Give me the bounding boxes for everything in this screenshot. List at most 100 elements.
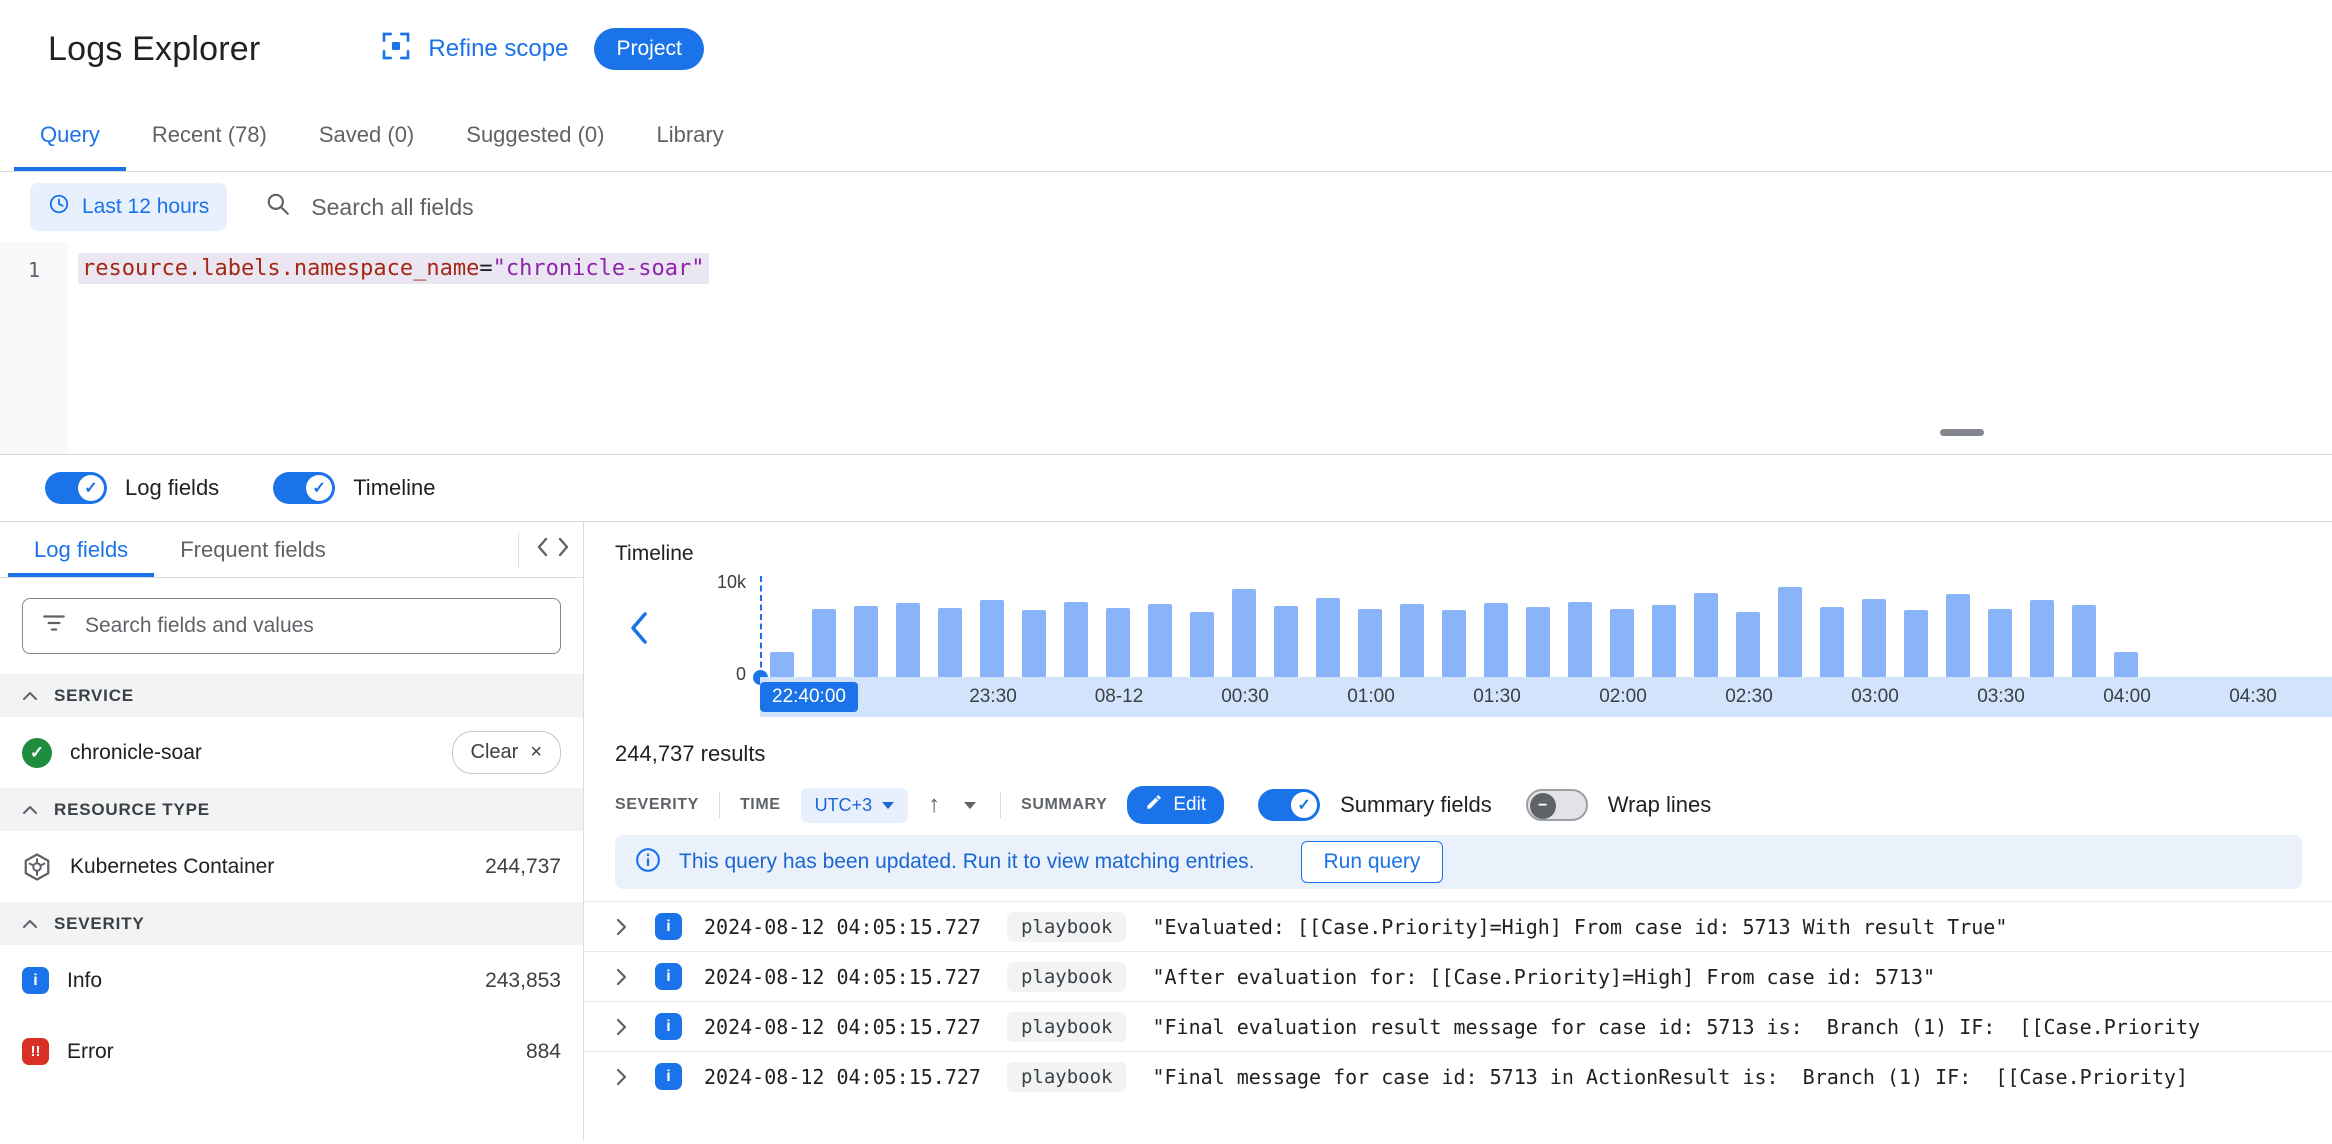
query-editor[interactable]: 1 resource.labels.namespace_name="chroni…	[0, 242, 2332, 455]
expand-chevron-icon[interactable]	[615, 967, 641, 987]
run-query-button[interactable]: Run query	[1300, 841, 1444, 883]
chevron-up-icon	[22, 800, 38, 820]
tab-query[interactable]: Query	[14, 98, 126, 171]
section-title: SEVERITY	[54, 913, 145, 933]
timeline-bar[interactable]	[1988, 609, 2012, 677]
time-range-button[interactable]: Last 12 hours	[30, 183, 228, 231]
timeline-bar[interactable]	[1022, 610, 1046, 677]
project-scope-badge[interactable]: Project	[594, 28, 704, 70]
section-severity[interactable]: SEVERITY	[0, 902, 583, 945]
timeline-bar[interactable]	[2030, 600, 2054, 677]
refine-scope-button[interactable]: Refine scope	[380, 30, 568, 69]
timeline-bar[interactable]	[1442, 610, 1466, 677]
timeline-bar[interactable]	[770, 652, 794, 677]
timeline-bar[interactable]	[1694, 593, 1718, 677]
code-brackets-icon	[537, 537, 569, 562]
timeline-bar[interactable]	[980, 600, 1004, 677]
sort-direction-button[interactable]: ↑	[928, 791, 940, 819]
timeline-bar[interactable]	[1652, 605, 1676, 677]
log-row[interactable]: i 2024-08-12 04:05:15.727 playbook "Final e…	[584, 1001, 2332, 1051]
axis-tick-label: 03:30	[1977, 686, 2025, 707]
timeline-bar[interactable]	[812, 609, 836, 677]
timeline-bar[interactable]	[1148, 604, 1172, 677]
info-severity-icon: i	[655, 1013, 682, 1040]
log-row[interactable]: i 2024-08-12 04:05:15.727 playbook "Final m…	[584, 1051, 2332, 1101]
clear-filter-button[interactable]: Clear ×	[451, 731, 561, 774]
refine-scope-icon	[380, 30, 412, 69]
field-row-error[interactable]: !! Error 884	[0, 1016, 583, 1087]
tab-saved[interactable]: Saved (0)	[293, 98, 440, 171]
timeline-bar[interactable]	[1736, 612, 1760, 677]
refine-scope-label: Refine scope	[428, 35, 569, 62]
timeline-bar[interactable]	[854, 606, 878, 677]
tab-frequent-fields[interactable]: Frequent fields	[154, 522, 352, 577]
header: Logs Explorer Refine scope Project	[0, 0, 2332, 98]
edit-summary-button[interactable]: Edit	[1127, 786, 1225, 824]
timeline-bar[interactable]	[1400, 604, 1424, 677]
time-options-dropdown[interactable]	[960, 792, 980, 818]
chevron-down-icon	[882, 801, 895, 809]
timeline-bar[interactable]	[938, 608, 962, 677]
expand-chevron-icon[interactable]	[615, 1067, 641, 1087]
editor-resize-handle[interactable]	[1940, 429, 1984, 436]
close-icon: ×	[530, 741, 542, 763]
search-all-fields-input[interactable]: Search all fields	[265, 191, 2302, 223]
log-row[interactable]: i 2024-08-12 04:05:15.727 playbook "Evaluat…	[584, 901, 2332, 951]
timeline-toggle[interactable]: ✓	[273, 472, 336, 504]
timeline-bar[interactable]	[1904, 610, 1928, 677]
timeline-bar[interactable]	[1778, 587, 1802, 677]
timeline-bar[interactable]	[1190, 612, 1214, 677]
timeline-bar[interactable]	[1526, 607, 1550, 677]
timeline-bar[interactable]	[1358, 609, 1382, 677]
timezone-dropdown[interactable]: UTC+3	[800, 787, 909, 823]
divider	[1000, 792, 1002, 818]
timeline-bar[interactable]	[1484, 603, 1508, 677]
timeline-bar[interactable]	[2114, 652, 2138, 677]
tab-library[interactable]: Library	[630, 98, 749, 171]
fields-search-input[interactable]: Search fields and values	[22, 598, 561, 654]
field-count: 884	[525, 1039, 561, 1063]
collapse-panel-button[interactable]	[518, 532, 569, 567]
timeline-back-button[interactable]	[629, 610, 649, 651]
timeline-bar[interactable]	[1946, 594, 1970, 677]
timeline-bar[interactable]	[1232, 589, 1256, 677]
timeline-axis[interactable]: 22:40:00 23:30 08-12 00:30 01:00 01:30 02:00 0…	[760, 677, 2332, 717]
section-resource-type[interactable]: RESOURCE TYPE	[0, 788, 583, 831]
timeline-bar[interactable]	[1568, 602, 1592, 677]
editor-code-area[interactable]: resource.labels.namespace_name="chronicl…	[68, 242, 709, 454]
time-column-label: TIME	[739, 796, 781, 813]
log-source-badge: playbook	[1006, 1061, 1127, 1092]
timeline-bar[interactable]	[1862, 599, 1886, 677]
expand-chevron-icon[interactable]	[615, 1017, 641, 1037]
log-row[interactable]: i 2024-08-12 04:05:15.727 playbook "After e…	[584, 951, 2332, 1001]
timeline-bar[interactable]	[1610, 609, 1634, 677]
log-fields-toggle[interactable]: ✓	[45, 472, 107, 504]
info-circle-icon	[635, 847, 661, 878]
tab-suggested[interactable]: Suggested (0)	[440, 98, 630, 171]
timeline-bar[interactable]	[1106, 608, 1130, 677]
timeline-bar[interactable]	[1316, 598, 1340, 677]
chevron-down-icon	[964, 802, 977, 809]
timeline-bar[interactable]	[1064, 602, 1088, 677]
wrap-lines-toggle[interactable]: −	[1525, 789, 1588, 821]
expand-chevron-icon[interactable]	[615, 917, 641, 937]
timeline-bar[interactable]	[1274, 606, 1298, 677]
timeline-plot: 10k 0	[717, 572, 2332, 685]
logs-explorer-app: Logs Explorer Refine scope Project Query…	[0, 0, 2332, 1144]
selected-time-chip[interactable]: 22:40:00	[760, 682, 858, 712]
field-row-chronicle-soar[interactable]: ✓ chronicle-soar Clear ×	[0, 717, 583, 788]
axis-tick-label: 04:30	[2229, 686, 2277, 707]
field-row-kubernetes-container[interactable]: Kubernetes Container 244,737	[0, 831, 583, 902]
field-row-info[interactable]: i Info 243,853	[0, 945, 583, 1016]
timeline-bar[interactable]	[896, 603, 920, 677]
timeline-bar[interactable]	[1820, 607, 1844, 677]
tab-recent[interactable]: Recent (78)	[126, 98, 293, 171]
timeline-bar[interactable]	[2072, 605, 2096, 677]
selection-dashed-line	[760, 576, 762, 677]
tab-log-fields[interactable]: Log fields	[8, 522, 154, 577]
wrap-lines-label: Wrap lines	[1607, 792, 1712, 817]
axis-tick-label: 01:30	[1473, 686, 1521, 707]
section-service[interactable]: SERVICE	[0, 674, 583, 717]
timeline-bars	[760, 580, 2332, 677]
summary-fields-toggle[interactable]: ✓	[1258, 789, 1321, 821]
